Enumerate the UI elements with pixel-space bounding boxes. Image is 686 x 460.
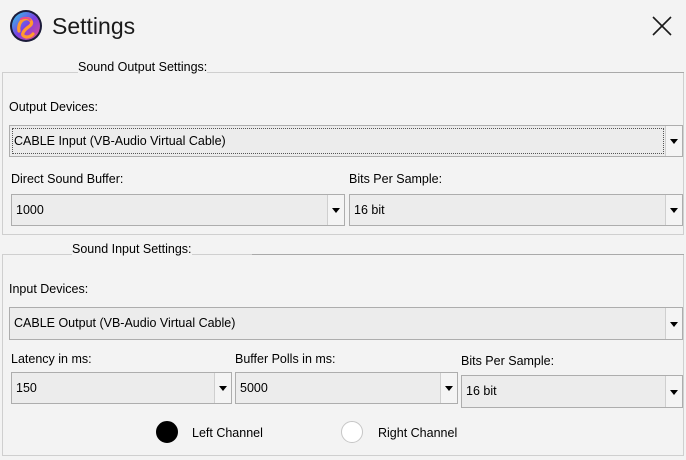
direct-sound-buffer-label: Direct Sound Buffer:	[11, 172, 124, 186]
direct-sound-buffer-select[interactable]: 1000	[11, 194, 345, 226]
input-bits-per-sample-select[interactable]: 16 bit	[461, 375, 683, 408]
input-devices-select[interactable]: CABLE Output (VB-Audio Virtual Cable)	[9, 307, 683, 340]
chevron-down-icon	[445, 386, 453, 391]
latency-dropdown-button[interactable]	[214, 373, 231, 403]
output-bits-per-sample-dropdown-button[interactable]	[665, 195, 682, 225]
input-devices-value: CABLE Output (VB-Audio Virtual Cable)	[14, 316, 236, 330]
buffer-polls-value: 5000	[240, 381, 268, 395]
latency-label: Latency in ms:	[11, 352, 92, 366]
output-bits-per-sample-label: Bits Per Sample:	[349, 172, 443, 186]
latency-select[interactable]: 150	[11, 372, 232, 404]
direct-sound-buffer-dropdown-button[interactable]	[327, 195, 344, 225]
input-bits-per-sample-dropdown-button[interactable]	[665, 376, 682, 407]
buffer-polls-label: Buffer Polls in ms:	[235, 352, 336, 366]
app-logo-icon	[10, 10, 42, 42]
input-settings-legend: Sound Input Settings:	[72, 242, 192, 256]
right-channel-radio[interactable]	[341, 421, 363, 443]
left-channel-label[interactable]: Left Channel	[192, 426, 263, 440]
input-bits-per-sample-label: Bits Per Sample:	[461, 354, 555, 368]
chevron-down-icon	[219, 386, 227, 391]
chevron-down-icon	[670, 208, 678, 213]
chevron-down-icon	[670, 389, 678, 395]
latency-value: 150	[16, 381, 37, 395]
output-devices-dropdown-button[interactable]	[665, 126, 682, 156]
output-devices-label: Output Devices:	[9, 100, 98, 114]
output-bits-per-sample-value: 16 bit	[354, 203, 385, 217]
window-title: Settings	[52, 13, 136, 39]
left-channel-radio[interactable]	[156, 421, 178, 443]
chevron-down-icon	[670, 321, 678, 327]
chevron-down-icon	[670, 139, 678, 144]
focus-ring	[12, 128, 664, 154]
buffer-polls-dropdown-button[interactable]	[440, 373, 457, 403]
close-icon[interactable]	[640, 4, 684, 48]
output-bits-per-sample-select[interactable]: 16 bit	[349, 194, 683, 226]
output-group-top-border	[270, 72, 684, 73]
input-devices-label: Input Devices:	[9, 282, 89, 296]
output-devices-select[interactable]: CABLE Input (VB-Audio Virtual Cable)	[9, 125, 683, 157]
input-bits-per-sample-value: 16 bit	[466, 384, 497, 398]
output-settings-legend: Sound Output Settings:	[78, 60, 208, 74]
chevron-down-icon	[332, 208, 340, 213]
buffer-polls-select[interactable]: 5000	[235, 372, 458, 404]
direct-sound-buffer-value: 1000	[16, 203, 44, 217]
input-group-top-border	[252, 254, 684, 255]
input-devices-dropdown-button[interactable]	[665, 308, 682, 339]
right-channel-label[interactable]: Right Channel	[378, 426, 457, 440]
